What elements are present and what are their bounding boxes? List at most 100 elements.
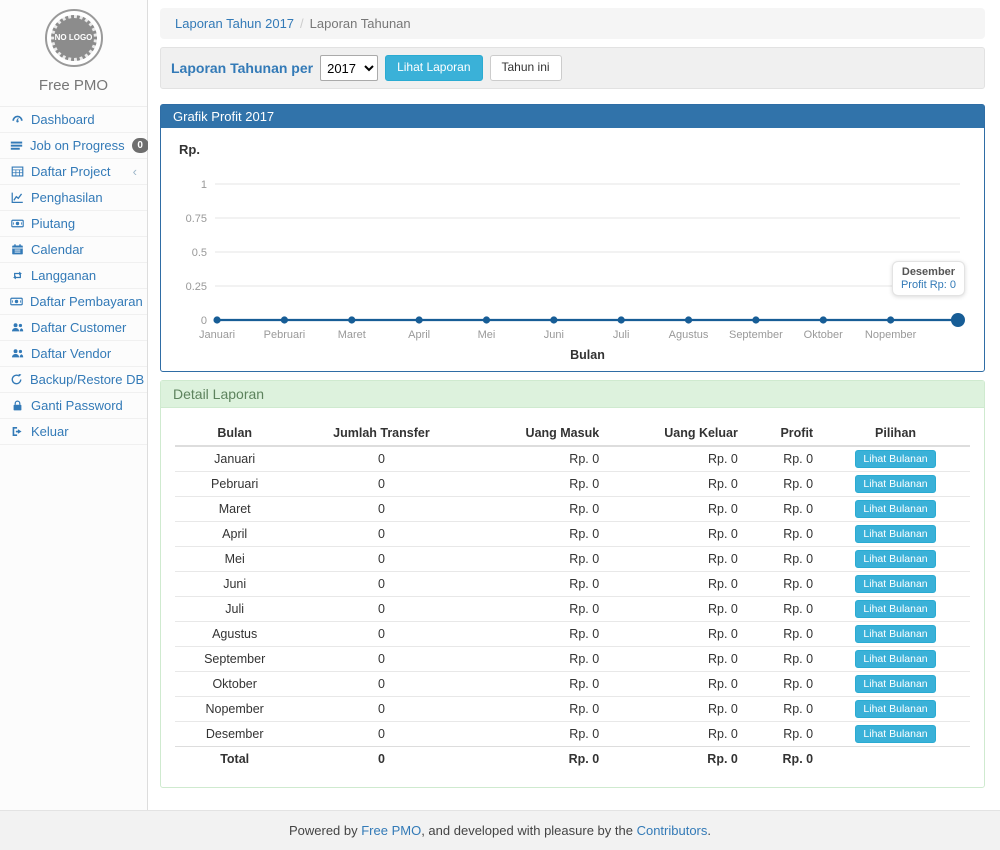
sidebar-item-calendar[interactable]: Calendar xyxy=(0,237,147,263)
cell-jumlah: 0 xyxy=(294,722,468,747)
lihat-bulanan-button[interactable]: Lihat Bulanan xyxy=(855,550,935,568)
cell-profit: Rp. 0 xyxy=(746,472,821,497)
cell-action: Lihat Bulanan xyxy=(821,597,970,622)
lihat-bulanan-button[interactable]: Lihat Bulanan xyxy=(855,475,935,493)
calendar-icon xyxy=(10,243,24,256)
cell-masuk: Rp. 0 xyxy=(469,622,608,647)
app-window: NO LOGO Free PMO DashboardJob on Progres… xyxy=(0,0,1000,810)
breadcrumb-current: Laporan Tahunan xyxy=(310,16,411,31)
sidebar-item-label: Daftar Project xyxy=(31,164,126,179)
cell-keluar: Rp. 0 xyxy=(607,446,746,472)
lihat-bulanan-button[interactable]: Lihat Bulanan xyxy=(855,600,935,618)
cell-profit: Rp. 0 xyxy=(746,722,821,747)
svg-text:April: April xyxy=(408,329,430,341)
svg-text:1: 1 xyxy=(201,179,207,191)
cell-action: Lihat Bulanan xyxy=(821,697,970,722)
table-icon xyxy=(10,165,24,178)
money-icon xyxy=(10,295,23,308)
chevron-left-icon: ‹ xyxy=(133,164,137,179)
footer-link-contributors[interactable]: Contributors xyxy=(637,823,708,838)
total-profit: Rp. 0 xyxy=(746,747,821,771)
cell-jumlah: 0 xyxy=(294,697,468,722)
footer-link-free-pmo[interactable]: Free PMO xyxy=(361,823,421,838)
no-logo-badge: NO LOGO xyxy=(45,9,103,67)
table-row: Oktober0Rp. 0Rp. 0Rp. 0Lihat Bulanan xyxy=(175,672,970,697)
chart-panel-title: Grafik Profit 2017 xyxy=(161,105,984,128)
tasks-icon xyxy=(10,139,23,152)
cell-action: Lihat Bulanan xyxy=(821,647,970,672)
sidebar-item-backup-restore-db[interactable]: Backup/Restore DB xyxy=(0,367,147,393)
profit-chart-panel: Grafik Profit 2017 Rp.00.250.50.751Janua… xyxy=(160,104,985,372)
sidebar-item-label: Backup/Restore DB xyxy=(30,372,144,387)
cell-keluar: Rp. 0 xyxy=(607,572,746,597)
sidebar-item-daftar-project[interactable]: Daftar Project ‹ xyxy=(0,159,147,185)
tahun-ini-button[interactable]: Tahun ini xyxy=(490,55,562,81)
column-header-uang-keluar: Uang Keluar xyxy=(607,421,746,446)
sidebar-item-daftar-customer[interactable]: Daftar Customer xyxy=(0,315,147,341)
cell-profit: Rp. 0 xyxy=(746,697,821,722)
breadcrumb: Laporan Tahun 2017/Laporan Tahunan xyxy=(160,8,985,39)
table-row: Pebruari0Rp. 0Rp. 0Rp. 0Lihat Bulanan xyxy=(175,472,970,497)
table-row: Agustus0Rp. 0Rp. 0Rp. 0Lihat Bulanan xyxy=(175,622,970,647)
filter-label: Laporan Tahunan per xyxy=(171,60,313,76)
sidebar-item-langganan[interactable]: Langganan xyxy=(0,263,147,289)
lihat-bulanan-button[interactable]: Lihat Bulanan xyxy=(855,625,935,643)
table-row: Januari0Rp. 0Rp. 0Rp. 0Lihat Bulanan xyxy=(175,446,970,472)
cell-masuk: Rp. 0 xyxy=(469,547,608,572)
table-row: Nopember0Rp. 0Rp. 0Rp. 0Lihat Bulanan xyxy=(175,697,970,722)
lihat-bulanan-button[interactable]: Lihat Bulanan xyxy=(855,650,935,668)
svg-text:Agustus: Agustus xyxy=(669,329,709,341)
lihat-bulanan-button[interactable]: Lihat Bulanan xyxy=(855,450,935,468)
svg-text:September: September xyxy=(729,329,783,341)
sidebar-item-dashboard[interactable]: Dashboard xyxy=(0,107,147,133)
lihat-bulanan-button[interactable]: Lihat Bulanan xyxy=(855,575,935,593)
lihat-bulanan-button[interactable]: Lihat Bulanan xyxy=(855,525,935,543)
profit-line-chart[interactable]: Rp.00.250.50.751JanuariPebruariMaretApri… xyxy=(171,136,974,365)
footer-text-middle: , and developed with pleasure by the xyxy=(421,823,636,838)
cell-jumlah: 0 xyxy=(294,572,468,597)
table-row: Desember0Rp. 0Rp. 0Rp. 0Lihat Bulanan xyxy=(175,722,970,747)
footer-text-prefix: Powered by xyxy=(289,823,361,838)
table-row: Juli0Rp. 0Rp. 0Rp. 0Lihat Bulanan xyxy=(175,597,970,622)
users-icon xyxy=(10,347,24,360)
sidebar-item-piutang[interactable]: Piutang xyxy=(0,211,147,237)
sidebar-item-penghasilan[interactable]: Penghasilan xyxy=(0,185,147,211)
cell-profit: Rp. 0 xyxy=(746,647,821,672)
cell-masuk: Rp. 0 xyxy=(469,522,608,547)
detail-report-panel: Detail Laporan BulanJumlah TransferUang … xyxy=(160,380,985,788)
table-row: Maret0Rp. 0Rp. 0Rp. 0Lihat Bulanan xyxy=(175,497,970,522)
cell-profit: Rp. 0 xyxy=(746,672,821,697)
lihat-bulanan-button[interactable]: Lihat Bulanan xyxy=(855,700,935,718)
sidebar-item-label: Daftar Vendor xyxy=(31,346,137,361)
cell-masuk: Rp. 0 xyxy=(469,697,608,722)
sidebar-item-keluar[interactable]: Keluar xyxy=(0,419,147,445)
sidebar-item-ganti-password[interactable]: Ganti Password xyxy=(0,393,147,419)
lihat-bulanan-button[interactable]: Lihat Bulanan xyxy=(855,725,935,743)
cell-bulan: Nopember xyxy=(175,697,294,722)
sidebar-item-daftar-pembayaran[interactable]: Daftar Pembayaran xyxy=(0,289,147,315)
cell-bulan: Juni xyxy=(175,572,294,597)
year-select[interactable]: 2017 xyxy=(320,55,378,81)
sidebar-item-label: Job on Progress xyxy=(30,138,125,153)
cell-profit: Rp. 0 xyxy=(746,446,821,472)
chart-line-icon xyxy=(10,191,24,204)
lihat-bulanan-button[interactable]: Lihat Bulanan xyxy=(855,675,935,693)
breadcrumb-link[interactable]: Laporan Tahun 2017 xyxy=(175,16,294,31)
cell-jumlah: 0 xyxy=(294,622,468,647)
chart-area: Rp.00.250.50.751JanuariPebruariMaretApri… xyxy=(161,128,984,371)
cell-jumlah: 0 xyxy=(294,647,468,672)
sidebar-item-job-on-progress[interactable]: Job on Progress0 xyxy=(0,133,147,159)
refresh-icon xyxy=(10,373,23,386)
detail-table-wrap: BulanJumlah TransferUang MasukUang Kelua… xyxy=(161,408,984,787)
svg-text:Maret: Maret xyxy=(338,329,366,341)
page-footer: Powered by Free PMO, and developed with … xyxy=(0,810,1000,850)
brand-name: Free PMO xyxy=(0,71,147,106)
lihat-bulanan-button[interactable]: Lihat Bulanan xyxy=(855,500,935,518)
table-row: September0Rp. 0Rp. 0Rp. 0Lihat Bulanan xyxy=(175,647,970,672)
lihat-laporan-button[interactable]: Lihat Laporan xyxy=(385,55,482,81)
cell-bulan: Pebruari xyxy=(175,472,294,497)
sidebar-item-daftar-vendor[interactable]: Daftar Vendor xyxy=(0,341,147,367)
cell-action: Lihat Bulanan xyxy=(821,547,970,572)
sidebar-item-label: Keluar xyxy=(31,424,137,439)
cell-action: Lihat Bulanan xyxy=(821,472,970,497)
